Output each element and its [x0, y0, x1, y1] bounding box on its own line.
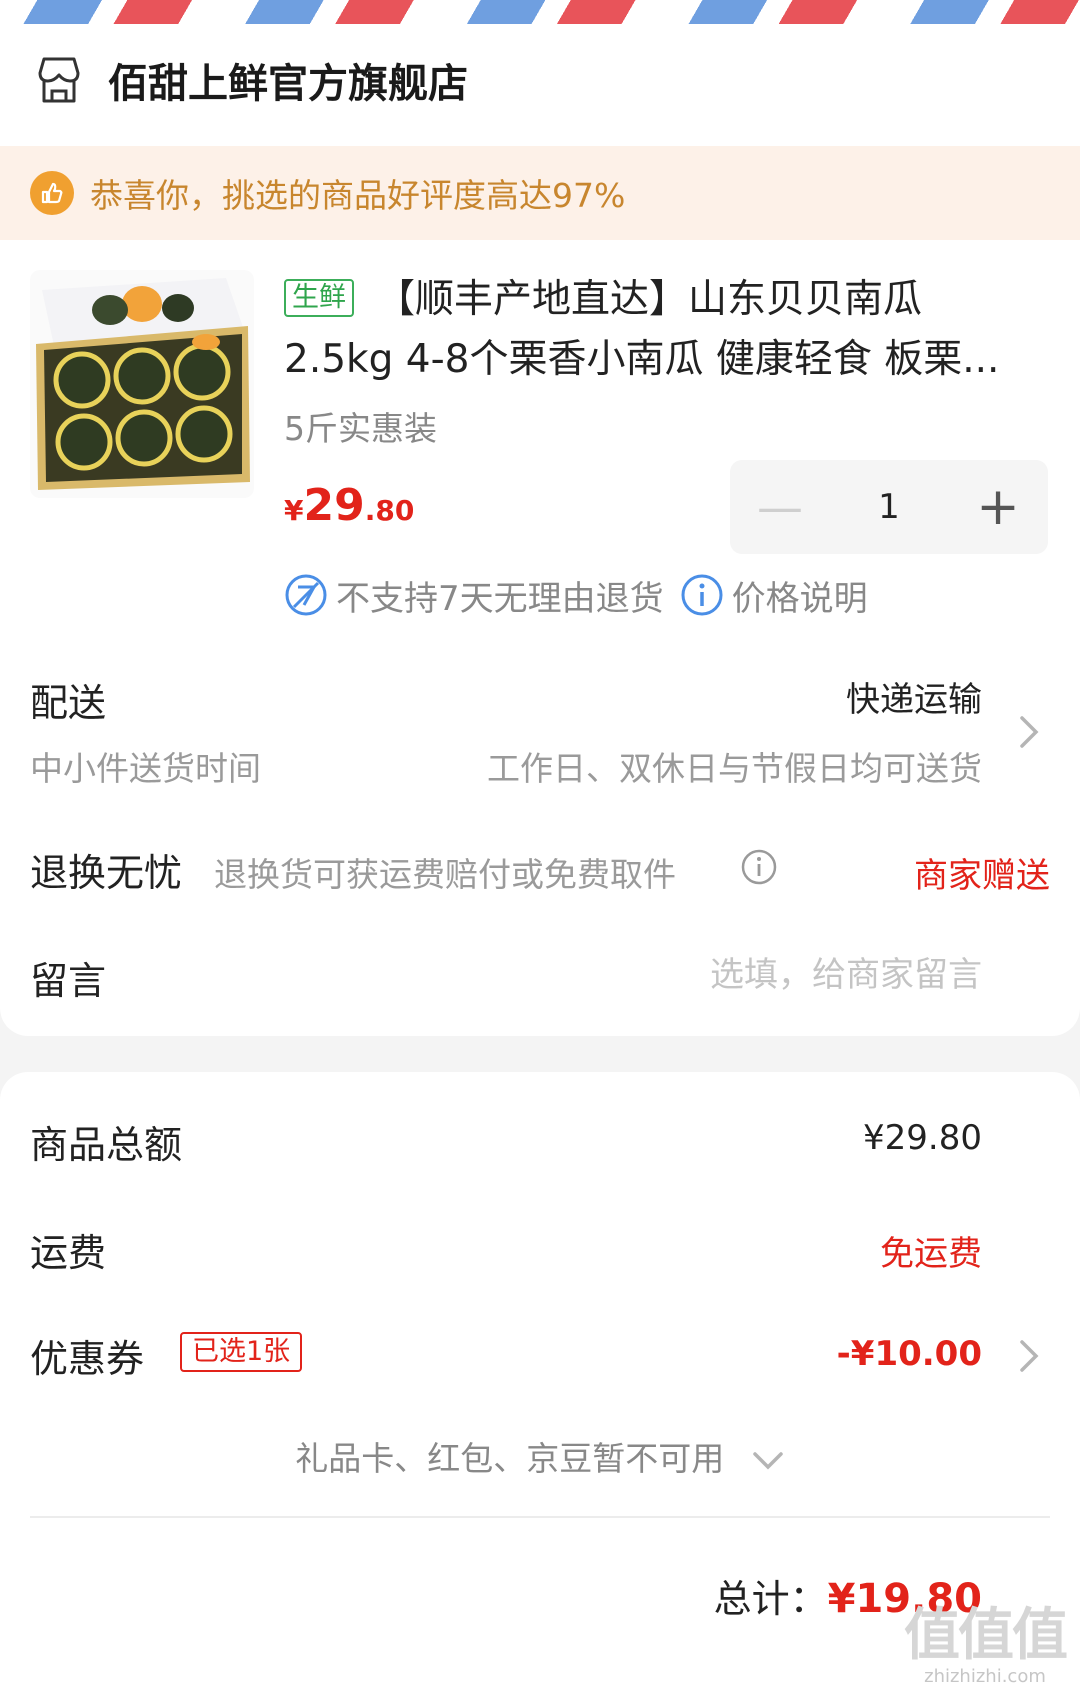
unavailable-payments-text: 礼品卡、红包、京豆暂不可用 — [295, 1439, 725, 1478]
product-price: ¥29.80 — [284, 480, 414, 531]
chevron-right-icon[interactable] — [1014, 712, 1044, 752]
info-icon[interactable] — [740, 848, 778, 886]
quantity-stepper: — 1 + — [730, 460, 1048, 554]
watermark-site: zhizhizhi.com — [924, 1666, 1046, 1687]
fresh-tag: 生鲜 — [284, 278, 354, 317]
product-title[interactable]: 生鲜 【顺丰产地直达】山东贝贝南瓜2.5kg 4-8个栗香小南瓜 健康轻食 板栗.… — [284, 270, 1024, 390]
message-input[interactable] — [582, 950, 982, 1000]
price-decimal: .80 — [364, 494, 415, 527]
unavailable-payments[interactable]: 礼品卡、红包、京豆暂不可用 — [0, 1432, 1080, 1480]
product-spec[interactable]: 5斤实惠装 — [284, 402, 437, 450]
returns-value: 商家赠送 — [914, 856, 1050, 896]
goods-total-value: ¥29.80 — [863, 1118, 982, 1158]
coupon-label: 优惠券 — [30, 1337, 145, 1381]
goods-total-label: 商品总额 — [30, 1123, 183, 1167]
returns-desc: 退换货可获运费赔付或免费取件 — [214, 855, 676, 894]
shipping-label: 运费 — [30, 1231, 107, 1275]
chevron-down-icon[interactable] — [751, 1449, 785, 1473]
delivery-time-label: 中小件送货时间 — [30, 749, 261, 788]
store-icon — [38, 57, 80, 103]
returns-label: 退换无忧 — [30, 851, 183, 895]
price-note-link[interactable]: 价格说明 — [732, 571, 868, 620]
shop-name: 佰甜上鲜官方旗舰店 — [108, 61, 468, 107]
thumbs-up-icon — [30, 171, 74, 215]
coupon-value[interactable]: -¥10.00 — [837, 1334, 982, 1374]
decrease-button[interactable]: — — [730, 460, 830, 554]
shipping-value: 免运费 — [880, 1234, 982, 1274]
product-title-text: 【顺丰产地直达】山东贝贝南瓜2.5kg 4-8个栗香小南瓜 健康轻食 板栗... — [284, 277, 1000, 382]
increase-button[interactable]: + — [948, 460, 1048, 554]
notice-text: 恭喜你，挑选的商品好评度高达97% — [90, 176, 626, 215]
info-icon[interactable] — [680, 573, 724, 617]
chevron-right-icon[interactable] — [1014, 1336, 1044, 1376]
policy-row: 不支持7天无理由退货 价格说明 — [284, 570, 868, 620]
price-integer: 29 — [303, 480, 365, 531]
rating-notice: 恭喜你，挑选的商品好评度高达97% — [0, 146, 1080, 240]
delivery-time-value[interactable]: 工作日、双休日与节假日均可送货 — [487, 742, 982, 790]
message-label: 留言 — [30, 959, 107, 1003]
site-watermark: 值值值 zhizhizhi.com — [904, 1603, 1068, 1688]
watermark-glyphs: 值值值 — [904, 1603, 1068, 1668]
airmail-border — [0, 0, 1080, 26]
no-return-icon — [285, 574, 327, 616]
product-image[interactable] — [30, 270, 254, 498]
quantity-value[interactable]: 1 — [830, 487, 948, 527]
delivery-method[interactable]: 快递运输 — [846, 672, 982, 721]
no-return-text: 不支持7天无理由退货 — [336, 578, 664, 619]
price-symbol: ¥ — [284, 494, 304, 527]
coupon-selected-badge[interactable]: 已选1张 — [180, 1332, 303, 1372]
delivery-label: 配送 — [30, 681, 107, 725]
total-label: 总计： — [713, 1577, 828, 1621]
divider — [30, 1516, 1050, 1518]
shop-header[interactable]: 佰甜上鲜官方旗舰店 — [32, 40, 468, 120]
